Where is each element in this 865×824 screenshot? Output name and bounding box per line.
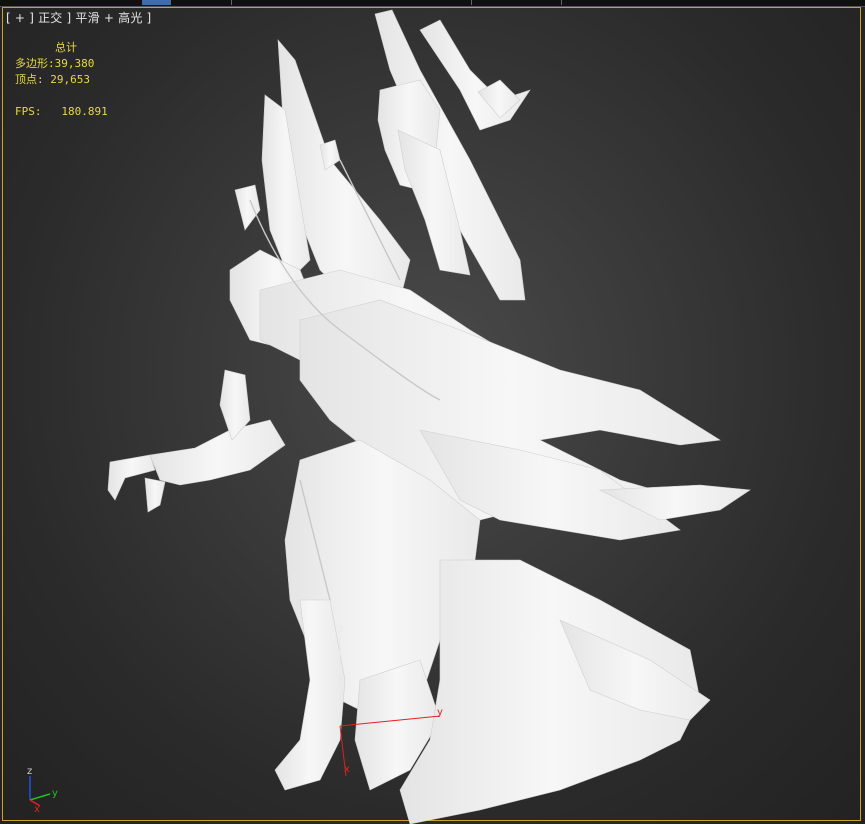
model-mesh (107, 9, 751, 824)
gizmo-x-label: x (344, 764, 350, 775)
gizmo-z-label: z (338, 624, 343, 635)
world-axis-tripod: z y x (27, 766, 58, 815)
world-y-axis (29, 793, 51, 801)
world-x-label: x (34, 804, 40, 815)
world-y-label: y (52, 788, 58, 799)
gizmo-y-label: y (437, 707, 443, 718)
character-model[interactable]: z y y x z y x (0, 0, 865, 824)
viewport[interactable]: [ + ] 正交 ] 平滑 + 高光 ] 总计 多边形:39,380 顶点: 2… (0, 0, 865, 824)
gizmo-y-label-inner: y (362, 710, 368, 721)
world-z-label: z (27, 766, 32, 777)
